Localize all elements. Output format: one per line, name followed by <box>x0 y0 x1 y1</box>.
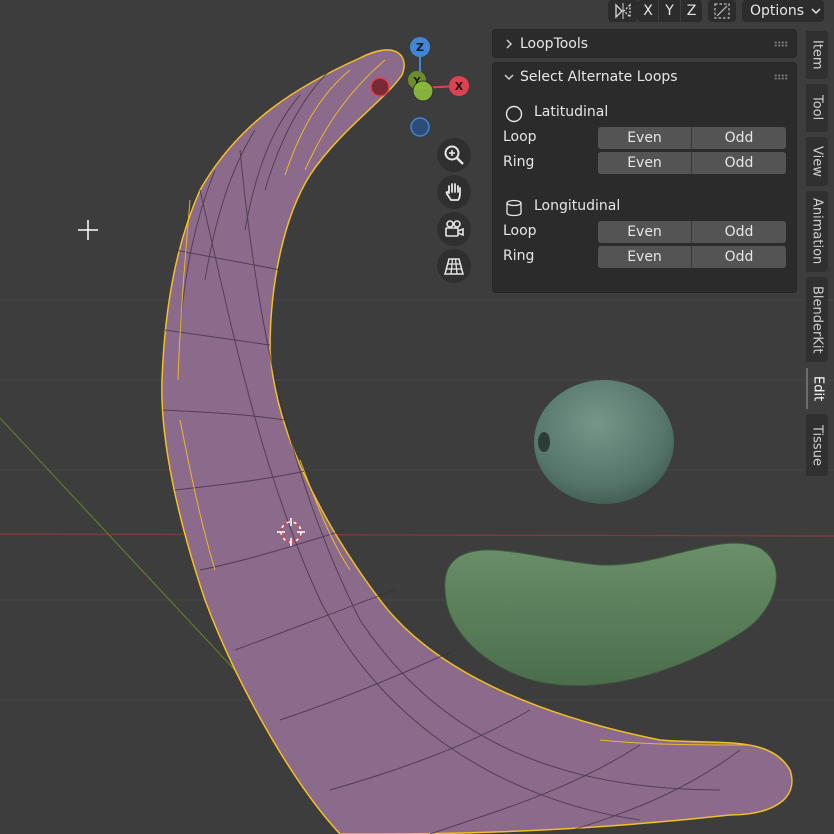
tab-item[interactable]: Item <box>806 31 828 79</box>
options-dropdown[interactable]: Options <box>742 0 824 22</box>
camera-icon <box>445 220 464 237</box>
gizmo-x-label: X <box>455 80 464 93</box>
latitudinal-ring-odd-button[interactable]: Odd <box>691 152 786 174</box>
mirror-z-label: Z <box>686 3 697 19</box>
topology-mirror-icon <box>714 3 730 19</box>
button-label: Odd <box>724 224 754 240</box>
gizmo-z-label: Z <box>416 41 424 54</box>
mouse-crosshair <box>78 220 98 240</box>
x-axis-line <box>0 533 834 537</box>
button-label: Odd <box>724 130 754 146</box>
longitudinal-ring-even-button[interactable]: Even <box>598 246 691 268</box>
tab-blenderkit[interactable]: BlenderKit <box>806 277 828 362</box>
longitudinal-label: Longitudinal <box>534 198 621 214</box>
latitudinal-label: Latitudinal <box>534 104 609 120</box>
drag-grip-icon[interactable] <box>774 41 788 47</box>
mirror-x-label: X <box>643 3 653 19</box>
button-label: Even <box>627 224 662 240</box>
latitudinal-loop-label: Loop <box>503 129 537 145</box>
negative-x-handle <box>370 77 390 97</box>
button-label: Odd <box>724 249 754 265</box>
mirror-y-button[interactable]: Y <box>659 0 680 22</box>
longitudinal-loop-odd-button[interactable]: Odd <box>691 221 786 243</box>
tab-label: Tissue <box>809 424 825 466</box>
blob-object <box>444 542 777 687</box>
circle-icon <box>505 105 523 123</box>
drag-grip-icon[interactable] <box>774 74 788 80</box>
sphere-object <box>534 380 674 504</box>
negative-y-handle <box>412 80 434 102</box>
camera-view-button[interactable] <box>437 212 471 246</box>
tab-animation[interactable]: Animation <box>806 191 828 272</box>
navigation-gizmo[interactable]: Y Z X <box>362 34 478 140</box>
chevron-down-icon <box>811 8 821 15</box>
grid-perspective-icon <box>444 258 464 275</box>
looptools-panel: LoopTools <box>492 29 797 58</box>
longitudinal-loop-label: Loop <box>503 223 537 239</box>
hand-icon <box>445 183 461 201</box>
chevron-right-icon <box>506 39 513 49</box>
select-alternate-loops-panel: Select Alternate Loops Latitudinal Loop … <box>492 62 797 293</box>
longitudinal-ring-odd-button[interactable]: Odd <box>691 246 786 268</box>
latitudinal-loop-odd-button[interactable]: Odd <box>691 127 786 149</box>
mirror-z-button[interactable]: Z <box>681 0 702 22</box>
latitudinal-ring-label: Ring <box>503 154 535 170</box>
button-label: Even <box>627 130 662 146</box>
select-alternate-title: Select Alternate Loops <box>520 69 678 85</box>
options-label: Options <box>750 3 805 19</box>
tab-label: Tool <box>809 95 825 121</box>
mirror-x-button[interactable]: X <box>638 0 658 22</box>
3d-viewport[interactable]: X Y Z Options Y Z X LoopTools Select Alt… <box>0 0 834 834</box>
cylinder-icon <box>506 199 522 217</box>
mirror-icon <box>615 3 631 19</box>
looptools-title: LoopTools <box>520 36 589 52</box>
tab-view[interactable]: View <box>806 137 828 186</box>
button-label: Even <box>627 249 662 265</box>
tab-edit[interactable]: Edit <box>806 368 828 409</box>
pan-button[interactable] <box>437 175 471 209</box>
tab-tissue[interactable]: Tissue <box>806 414 828 476</box>
tab-tool[interactable]: Tool <box>806 84 828 132</box>
looptools-panel-header[interactable]: LoopTools <box>493 30 796 58</box>
zoom-magnifier-icon <box>444 145 464 165</box>
tab-label: Edit <box>810 375 826 402</box>
tab-label: Animation <box>809 198 825 265</box>
tab-label: BlenderKit <box>809 285 825 354</box>
longitudinal-loop-even-button[interactable]: Even <box>598 221 691 243</box>
zoom-button[interactable] <box>437 138 471 172</box>
longitudinal-ring-label: Ring <box>503 248 535 264</box>
topology-mirror-button[interactable] <box>708 0 736 22</box>
latitudinal-ring-even-button[interactable]: Even <box>598 152 691 174</box>
select-alternate-panel-header[interactable]: Select Alternate Loops <box>493 63 796 91</box>
latitudinal-loop-even-button[interactable]: Even <box>598 127 691 149</box>
mirror-y-label: Y <box>665 3 674 19</box>
button-label: Even <box>627 155 662 171</box>
button-label: Odd <box>724 155 754 171</box>
tab-label: View <box>809 146 825 177</box>
mirror-toggle-button[interactable] <box>608 0 638 22</box>
negative-z-handle <box>410 117 430 137</box>
chevron-down-icon <box>504 74 514 81</box>
tab-label: Item <box>809 40 825 70</box>
perspective-toggle-button[interactable] <box>437 249 471 283</box>
